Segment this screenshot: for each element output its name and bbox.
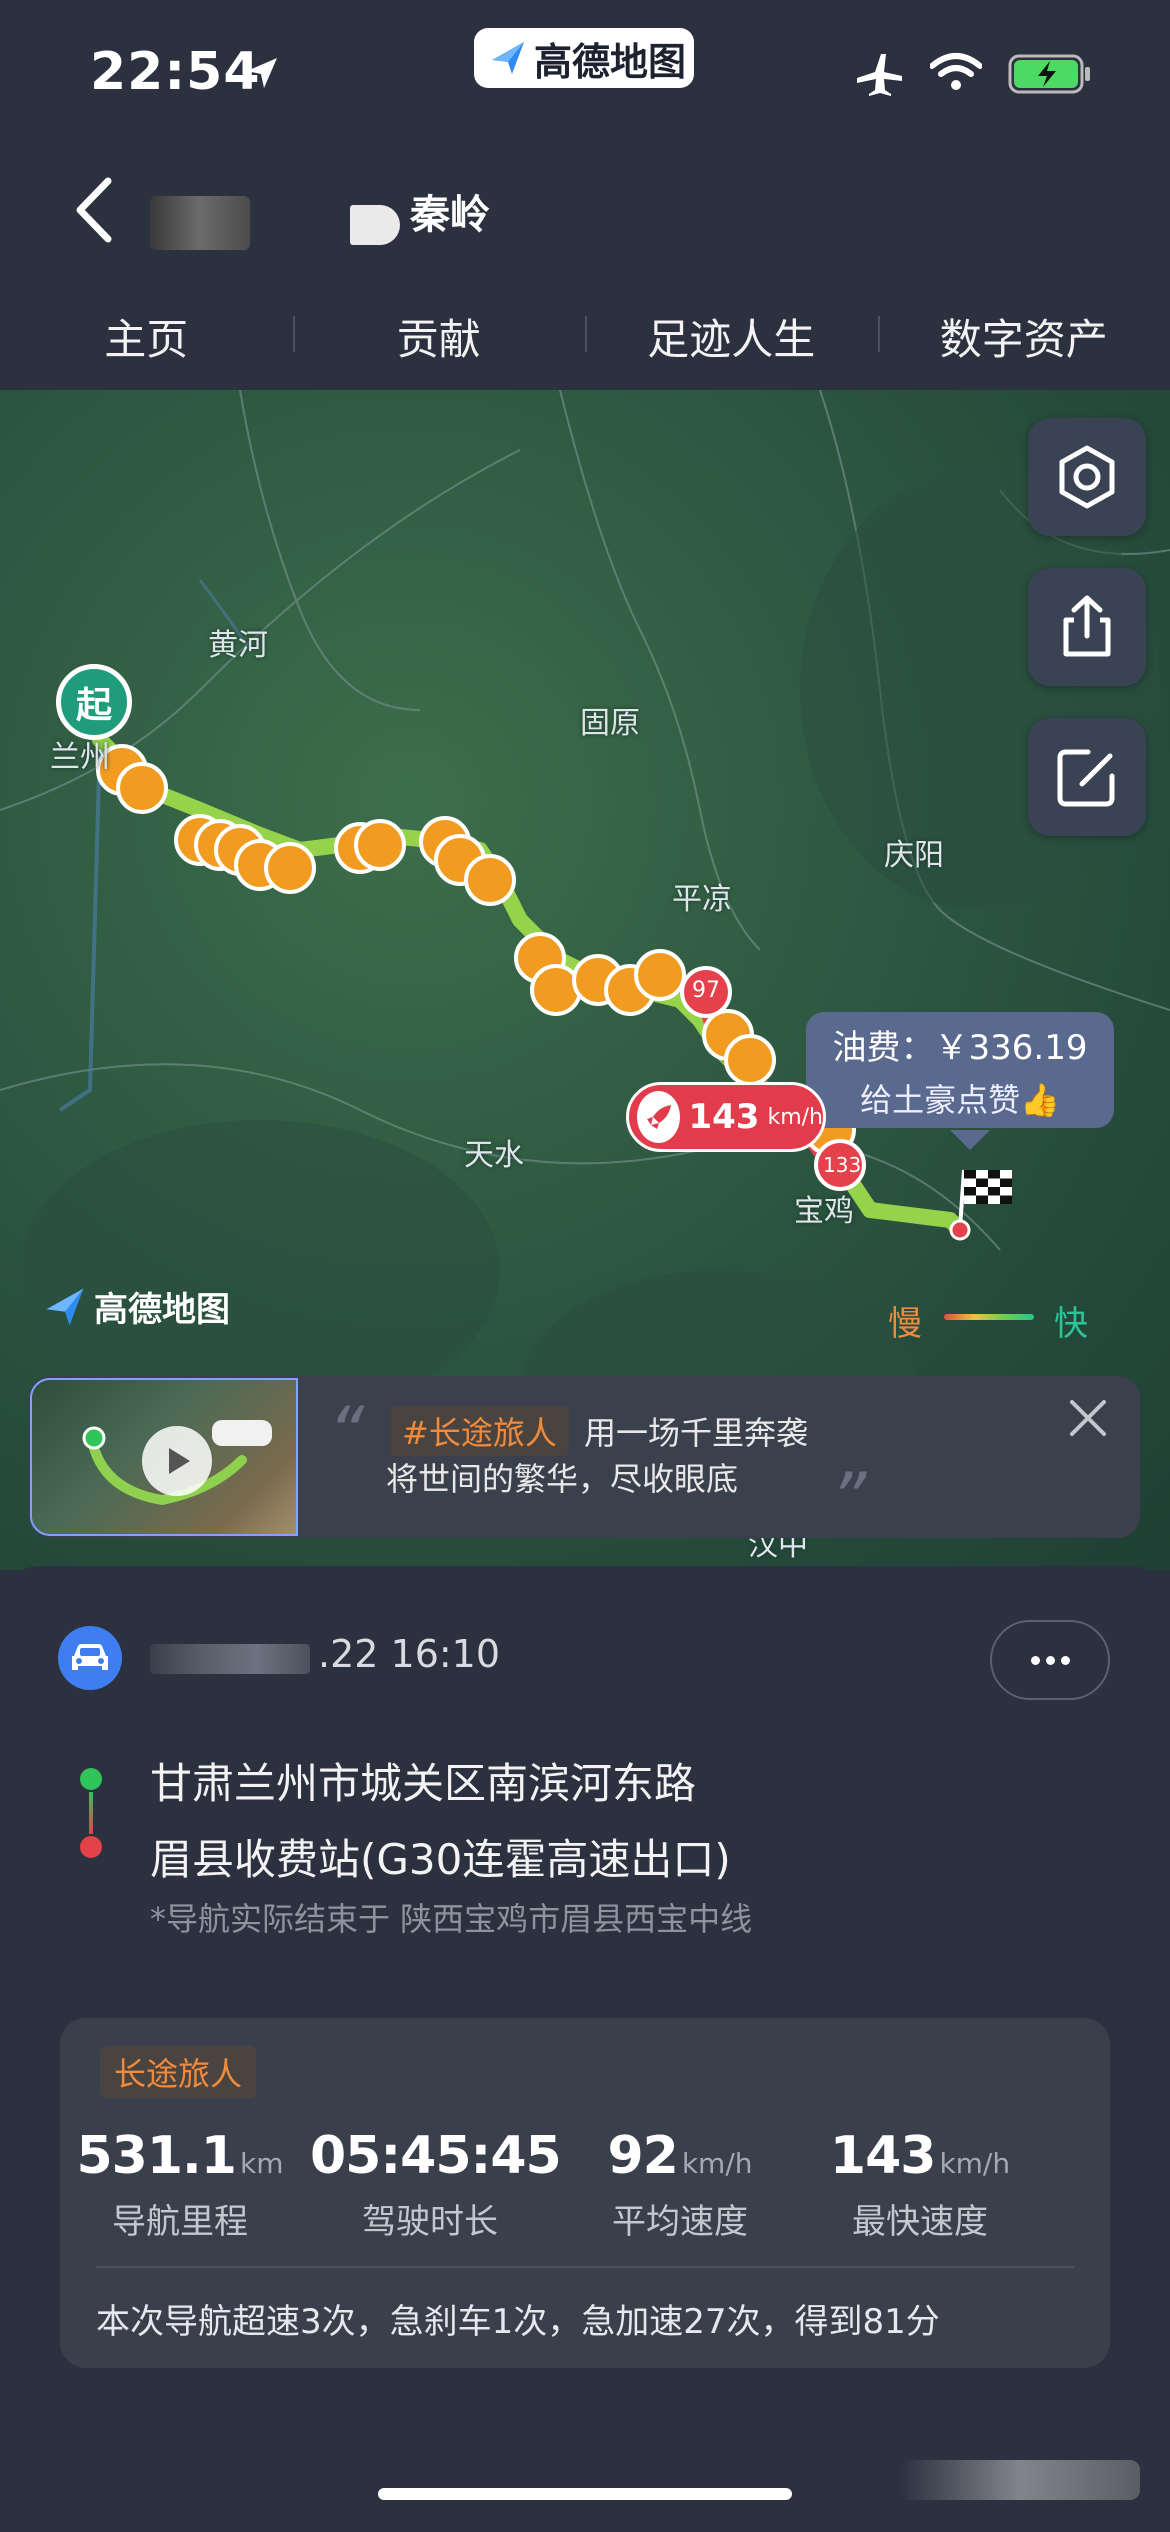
amap-watermark: 高德地图 [42, 1282, 230, 1331]
share-icon [1063, 595, 1111, 657]
hexagon-settings-icon [1059, 445, 1115, 509]
page-title: 秦岭 [410, 192, 490, 238]
quote-open-mark: “ [328, 1392, 365, 1474]
banner-text-line2: 将世间的繁华，尽收眼底 [386, 1460, 739, 1498]
share-button[interactable] [1028, 568, 1146, 686]
corner-watermark [900, 2460, 1140, 2500]
map-settings-button[interactable] [1028, 418, 1146, 536]
max-speed-value: 143 [688, 1097, 760, 1137]
speed-legend-bar [944, 1314, 1034, 1320]
tab-bar: 主页 贡献 足迹人生 数字资产 [0, 296, 1170, 376]
start-marker: 起 [56, 664, 132, 740]
fuel-cost-text: 油费：￥336.19 [832, 1027, 1088, 1068]
blurred-avatar [150, 196, 250, 250]
home-indicator[interactable] [378, 2488, 792, 2500]
stats-divider [96, 2266, 1074, 2268]
quote-close-mark: ” [830, 1458, 867, 1538]
stat-value: 531.1 [76, 2126, 237, 2186]
stat-unit: km/h [681, 2147, 753, 2180]
banner-video-thumbnail[interactable] [30, 1378, 298, 1536]
map-label-pingliang: 平凉 [672, 882, 732, 917]
amap-logo-icon [46, 1288, 84, 1325]
stat-label: 最快速度 [852, 2202, 988, 2242]
edit-button[interactable] [1028, 718, 1146, 836]
car-icon [58, 1626, 122, 1690]
close-icon[interactable] [1066, 1396, 1110, 1440]
more-dot [1030, 1655, 1040, 1665]
origin-address: 甘肃兰州市城关区南滨河东路 [150, 1759, 697, 1808]
play-button[interactable] [142, 1426, 212, 1496]
banner-text-line1: 用一场千里奔袭 [584, 1414, 809, 1452]
more-button[interactable] [990, 1620, 1110, 1700]
map-badge-133: 133 [823, 1153, 862, 1177]
play-icon [169, 1448, 190, 1474]
stat-unit: km/h [939, 2147, 1011, 2180]
more-dot [1045, 1655, 1055, 1665]
rocket-icon [637, 1091, 681, 1143]
stat-max-speed: 143 km/h 最快速度 [800, 2126, 1040, 2243]
battery-charging-icon [1008, 54, 1090, 94]
map-label-huanghe: 黄河 [208, 628, 268, 663]
stat-distance: 531.1 km 导航里程 [60, 2126, 300, 2243]
blurred-date [150, 1644, 310, 1674]
tab-home[interactable]: 主页 [0, 296, 293, 376]
navigation-end-note: *导航实际结束于 陕西宝鸡市眉县西宝中线 [150, 1900, 753, 1938]
map-label-tianshui: 天水 [464, 1138, 524, 1173]
legend-fast: 快 [1054, 1304, 1088, 1344]
watermark-label: 高德地图 [94, 1290, 230, 1330]
stat-label: 驾驶时长 [362, 2202, 498, 2242]
tab-contribution[interactable]: 贡献 [292, 296, 586, 376]
route-connector [89, 1792, 93, 1834]
trip-stats-box: 长途旅人 531.1 km 导航里程 05:45:45 驾驶时长 92 km/h 平… [60, 2018, 1110, 2368]
fuel-cost-callout[interactable]: 油费：￥336.19 给土豪点赞👍 [806, 1012, 1114, 1128]
blurred-name [350, 205, 400, 245]
map-label-qingyang: 庆阳 [884, 838, 944, 873]
stat-unit: km [239, 2147, 284, 2180]
legend-slow: 慢 [888, 1304, 922, 1344]
location-arrow-icon [247, 58, 277, 88]
app-badge-label: 高德地图 [534, 39, 687, 84]
app-badge[interactable]: 高德地图 [474, 28, 694, 88]
map-badge-97: 97 [692, 978, 720, 1003]
fuel-like-text: 给土豪点赞👍 [860, 1080, 1060, 1119]
tab-footprint[interactable]: 足迹人生 [585, 296, 878, 376]
promo-banner[interactable]: “ #长途旅人 用一场千里奔袭 将世间的繁华，尽收眼底 ” [28, 1376, 1140, 1538]
map-label-guyuan: 固原 [580, 706, 640, 741]
map-label-baoji: 宝鸡 [794, 1194, 854, 1229]
stat-avg-speed: 92 km/h 平均速度 [560, 2126, 800, 2243]
amap-logo-icon [492, 42, 524, 74]
stats-tag: 长途旅人 [100, 2046, 257, 2098]
stat-duration: 05:45:45 驾驶时长 [310, 2126, 562, 2243]
stat-value: 05:45:45 [310, 2126, 562, 2186]
stat-label: 导航里程 [112, 2202, 248, 2242]
edit-icon [1057, 749, 1115, 807]
destination-dot [80, 1836, 102, 1858]
stat-value: 143 [829, 2126, 937, 2186]
back-chevron-icon[interactable] [70, 175, 120, 245]
tab-digital-assets[interactable]: 数字资产 [877, 296, 1170, 376]
max-speed-unit: km/h [767, 1104, 823, 1130]
origin-dot [80, 1768, 102, 1790]
banner-tag: #长途旅人 [390, 1406, 569, 1456]
max-speed-pill: 143 km/h [626, 1082, 826, 1152]
status-time: 22:54 [90, 42, 261, 102]
stat-label: 平均速度 [612, 2202, 748, 2242]
airplane-mode-icon [857, 54, 902, 96]
wifi-icon [930, 53, 982, 90]
more-dot [1060, 1655, 1070, 1665]
driving-summary: 本次导航超速3次，急刹车1次，急加速27次，得到81分 [96, 2302, 940, 2342]
destination-address: 眉县收费站(G30连霍高速出口) [150, 1835, 731, 1884]
stat-value: 92 [607, 2126, 678, 2186]
trip-datetime: .22 16:10 [318, 1632, 501, 1676]
